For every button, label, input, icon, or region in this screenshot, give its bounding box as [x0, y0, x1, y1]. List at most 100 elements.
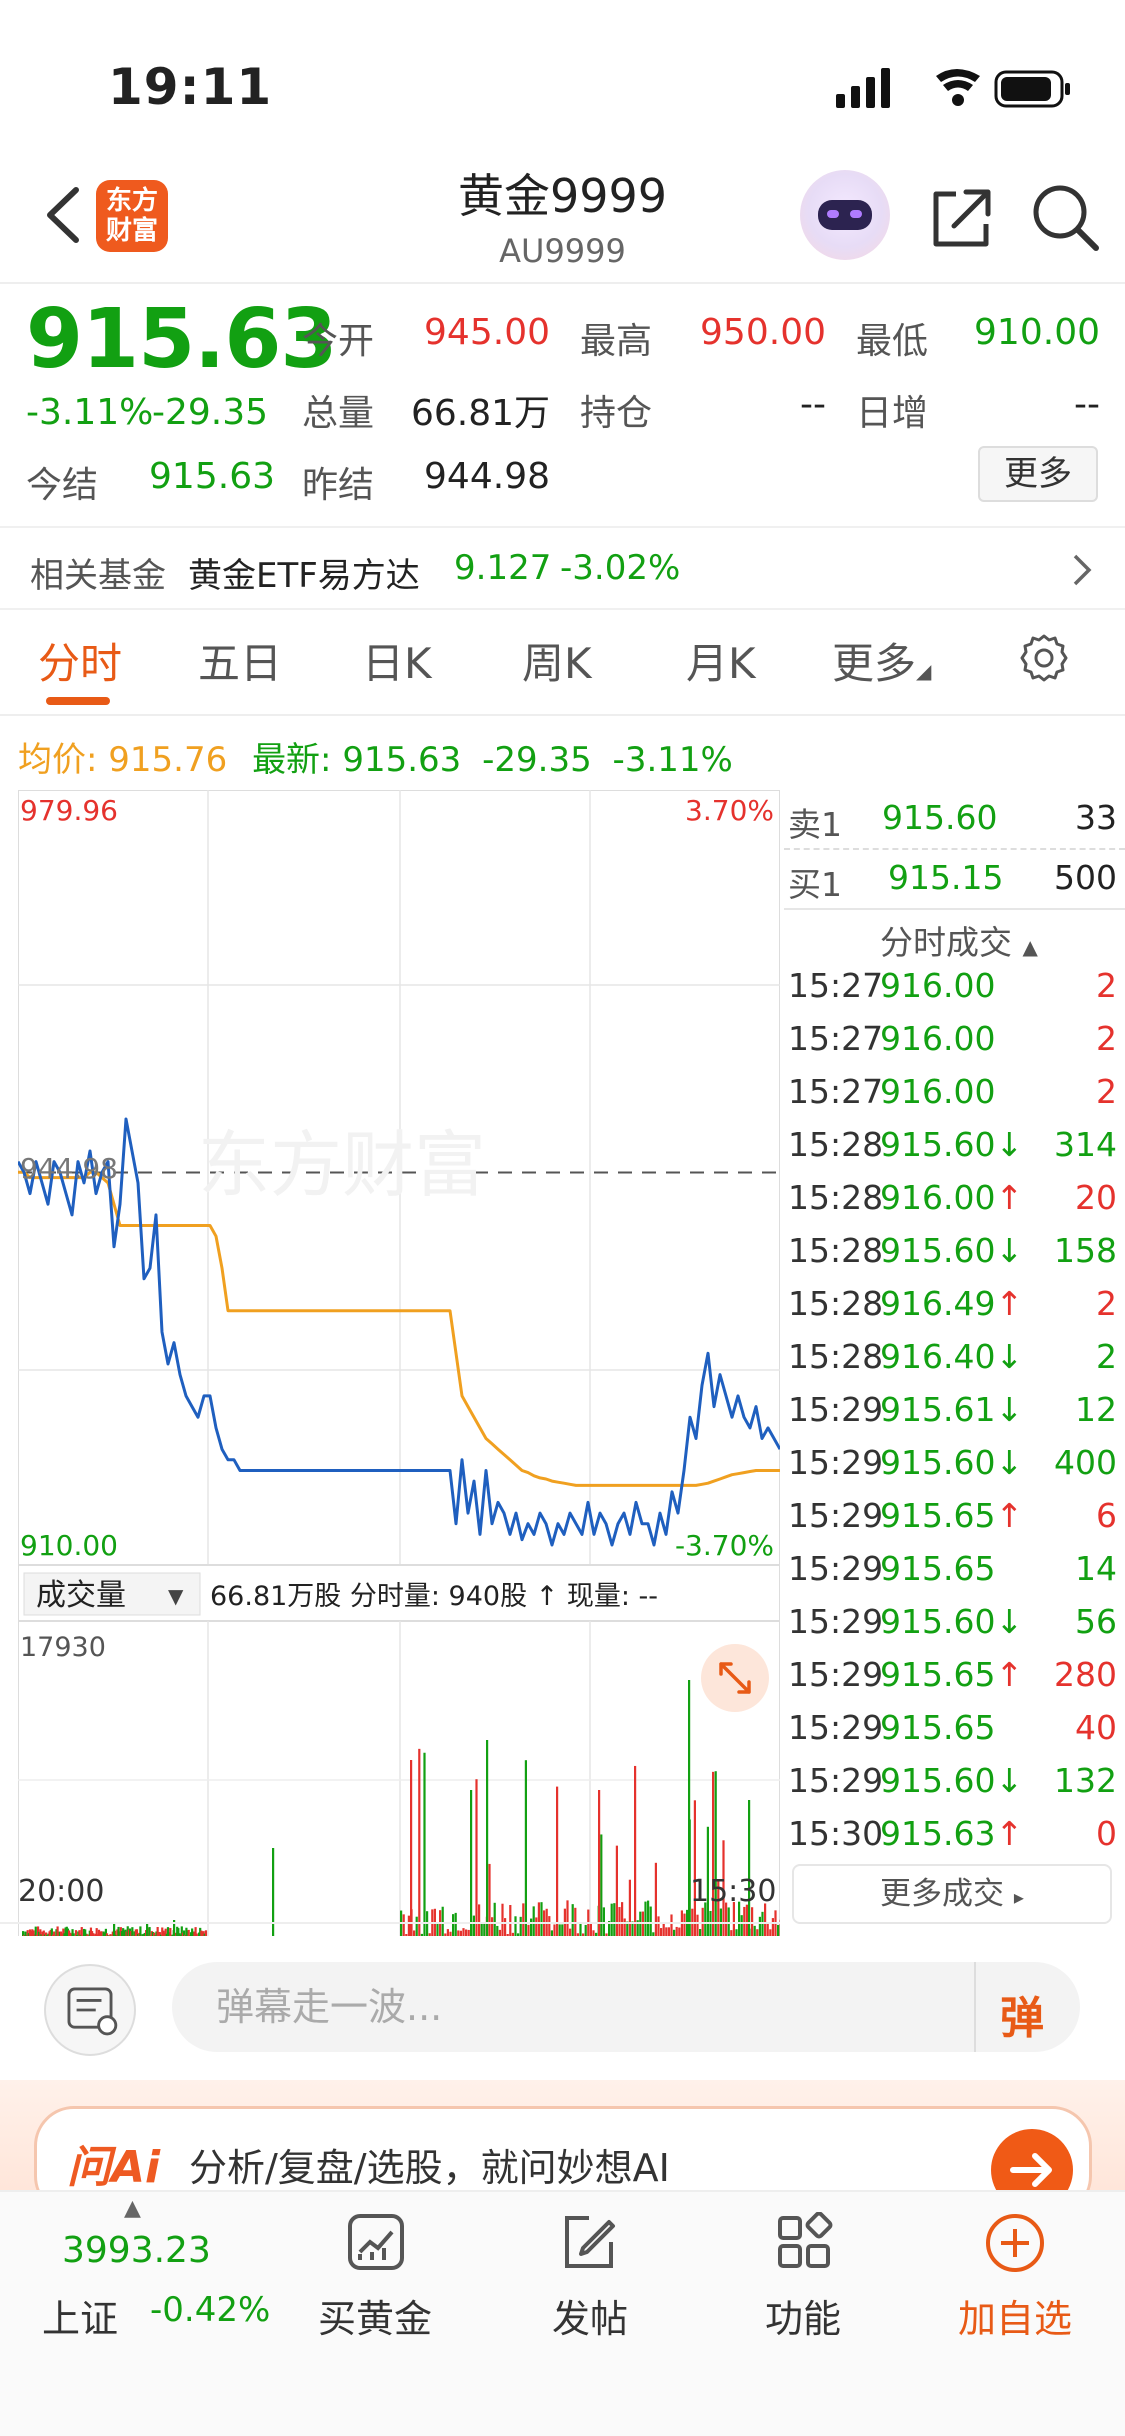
- more-quote-button[interactable]: 更多: [978, 446, 1098, 502]
- buy-gold-button[interactable]: 买黄金: [310, 2204, 440, 2384]
- tab-5day[interactable]: 五日: [198, 630, 282, 691]
- tab-weekly-k[interactable]: 周K: [522, 630, 592, 691]
- tab-more[interactable]: 更多◢: [832, 630, 931, 691]
- signal-icon: [836, 68, 890, 108]
- trade-time: 15:28: [788, 1337, 884, 1376]
- x-end-label: 15:30: [690, 1874, 777, 1909]
- arrow-down-icon: ↓: [995, 1125, 1024, 1164]
- assistant-avatar-icon[interactable]: [800, 170, 890, 260]
- trade-row: 15:29 915.65↑ 280: [784, 1655, 1125, 1707]
- status-icons: [836, 68, 1070, 108]
- add-watchlist-button[interactable]: 加自选: [950, 2204, 1080, 2384]
- low-value: 910.00: [974, 312, 1100, 353]
- trade-row: 15:28 915.60↓ 314: [784, 1125, 1125, 1177]
- volume-bar: [556, 1786, 559, 1940]
- trade-price: 915.65↑: [880, 1655, 1024, 1694]
- app-logo[interactable]: 东方 财富: [96, 180, 168, 252]
- volume-bar: [712, 1771, 715, 1940]
- edit-icon: [565, 2216, 615, 2268]
- trade-volume: 2: [1096, 1072, 1117, 1111]
- tab-daily-k[interactable]: 日K: [362, 630, 432, 691]
- caret-icon: ◢: [916, 659, 932, 683]
- share-icon[interactable]: [926, 182, 996, 252]
- danmaku-send-button[interactable]: 弹: [974, 1962, 1080, 2052]
- related-fund-price: 9.127: [454, 548, 552, 588]
- change-percent: -3.11%: [26, 392, 154, 433]
- volume-bar: [693, 1800, 696, 1940]
- trade-volume: 2: [1096, 966, 1117, 1005]
- trades-title[interactable]: 分时成交 ▲: [880, 916, 1038, 964]
- orderbook-panel: 卖1 915.60 33 买1 915.15 500 分时成交 ▲ 15:27 9…: [784, 790, 1125, 1932]
- tab-intraday[interactable]: 分时: [38, 630, 122, 691]
- y-ref-label: 944.98: [20, 1152, 118, 1185]
- trade-price: 916.00: [880, 966, 996, 1005]
- arrow-up-icon: ↑: [995, 1655, 1024, 1694]
- settings-gear-icon[interactable]: [1018, 632, 1070, 684]
- volume-bar: [748, 1800, 751, 1940]
- back-icon[interactable]: [36, 180, 96, 250]
- volume-bar: [714, 1771, 717, 1940]
- arrow-down-icon: ↓: [995, 1337, 1024, 1376]
- last-price: 915.63: [26, 292, 337, 387]
- bid-row: 买1 915.15 500: [784, 858, 1125, 910]
- y-max-label: 979.96: [20, 794, 118, 827]
- divider: [0, 282, 1125, 284]
- change-amount: -29.35: [152, 392, 269, 433]
- trade-volume: 400: [1054, 1443, 1117, 1482]
- battery-icon: [994, 70, 1070, 108]
- arrow-down-icon: ↓: [995, 1602, 1024, 1641]
- trade-row: 15:28 916.00↑ 20: [784, 1178, 1125, 1230]
- volume-bar: [628, 1879, 631, 1940]
- search-icon[interactable]: [1028, 180, 1102, 254]
- price-indicator-line: 均价: 915.76 最新: 915.63 -29.35 -3.11%: [18, 740, 733, 780]
- trade-time: 15:29: [788, 1390, 884, 1429]
- post-button[interactable]: 发帖: [525, 2204, 655, 2384]
- trade-time: 15:28: [788, 1125, 884, 1164]
- trade-row: 15:29 915.60↓ 400: [784, 1443, 1125, 1495]
- functions-button[interactable]: 功能: [738, 2204, 868, 2384]
- index-ticker[interactable]: ▲ 3993.23 上证 -0.42%: [40, 2192, 270, 2392]
- chart-watermark: 东方财富: [198, 1123, 486, 1207]
- volume-bar: [566, 1900, 569, 1940]
- danmaku-input[interactable]: 弹幕走一波...: [172, 1962, 1080, 2052]
- more-trades-button[interactable]: 更多成交 ▸: [792, 1864, 1112, 1924]
- sort-up-icon: ▲: [1022, 935, 1038, 959]
- caret-up-icon: ▲: [124, 2196, 141, 2221]
- trade-volume: 12: [1075, 1390, 1117, 1429]
- trade-time: 15:27: [788, 966, 884, 1005]
- trade-time: 15:28: [788, 1178, 884, 1217]
- trade-price: 915.60↓: [880, 1443, 1024, 1482]
- trade-row: 15:30 915.63↑ 0: [784, 1814, 1125, 1866]
- danmaku-toggle-icon[interactable]: [44, 1964, 136, 2056]
- chevron-right-icon: [1073, 554, 1092, 586]
- volume-bar: [423, 1752, 426, 1940]
- volume-bar: [647, 1900, 650, 1940]
- volume-label: 总量: [302, 393, 375, 434]
- trade-volume: 314: [1054, 1125, 1117, 1164]
- trade-row: 15:27 916.00 2: [784, 1072, 1125, 1124]
- wifi-icon: [936, 69, 980, 106]
- related-fund-row[interactable]: 相关基金 黄金ETF易方达 9.127 -3.02%: [0, 526, 1125, 610]
- bottom-bar: ▲ 3993.23 上证 -0.42% 买黄金 发帖 功能 加自选: [0, 2190, 1125, 2436]
- trade-price: 916.00: [880, 1072, 996, 1111]
- arrow-up-icon: ↑: [995, 1284, 1024, 1323]
- position-label: 持仓: [580, 393, 653, 434]
- trade-time: 15:29: [788, 1708, 884, 1747]
- tab-monthly-k[interactable]: 月K: [686, 630, 756, 691]
- trade-time: 15:29: [788, 1496, 884, 1535]
- trade-time: 15:29: [788, 1602, 884, 1641]
- related-fund-name: 黄金ETF易方达: [188, 556, 420, 596]
- volume-bar: [524, 1760, 527, 1940]
- volume-value: 66.81万: [410, 393, 550, 434]
- high-label: 最高: [580, 321, 653, 362]
- trade-row: 15:28 916.49↑ 2: [784, 1284, 1125, 1336]
- trade-time: 15:29: [788, 1761, 884, 1800]
- volume-bar: [475, 1779, 478, 1940]
- trade-volume: 2: [1096, 1284, 1117, 1323]
- divider: [0, 714, 1125, 716]
- daily-increase-value: --: [1074, 384, 1100, 425]
- page-subtitle: AU9999: [499, 232, 626, 270]
- intraday-chart[interactable]: 东方财富 979.96 910.00 944.98 3.70% -3.70% 成…: [18, 790, 780, 1940]
- volume-bar: [654, 1862, 657, 1940]
- trade-time: 15:29: [788, 1655, 884, 1694]
